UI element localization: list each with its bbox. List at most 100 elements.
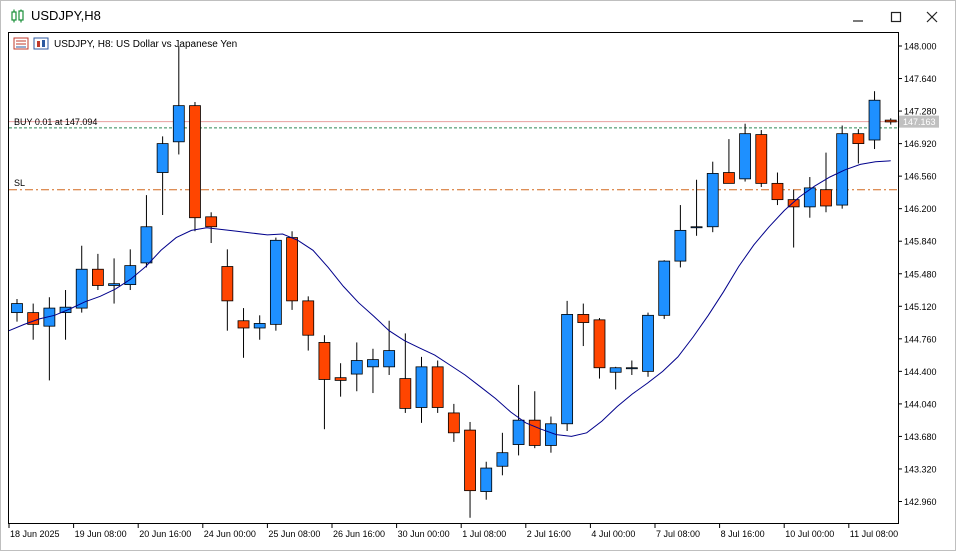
x-tick-label: 4 Jul 00:00: [591, 529, 635, 539]
bull-candle-body: [868, 99, 881, 141]
x-tick-label: 11 Jul 08:00: [850, 529, 898, 539]
candlestick-app-icon: [11, 9, 24, 23]
bull-candle-body: [512, 419, 525, 445]
bull-candle-body: [803, 187, 816, 208]
x-tick-label: 10 Jul 00:00: [785, 529, 834, 539]
y-tick-label: 144.400: [904, 367, 937, 377]
bear-candle-body: [755, 134, 768, 184]
bull-candle-body: [108, 283, 120, 286]
bull-candle-body: [269, 239, 282, 325]
chart-header-text: USDJPY, H8: US Dollar vs Japanese Yen: [54, 39, 237, 50]
bull-candle-body: [642, 314, 654, 372]
x-tick-label: 7 Jul 08:00: [656, 529, 700, 539]
bull-candle-body: [415, 366, 428, 408]
minimize-button[interactable]: [840, 1, 876, 32]
bull-candle-body: [11, 303, 23, 314]
candle[interactable]: [561, 300, 574, 432]
close-icon: [926, 11, 938, 22]
bull-candle-body: [350, 360, 363, 375]
y-tick-label: 145.840: [904, 237, 937, 247]
bear-candle-body: [237, 320, 250, 329]
bear-candle-body: [286, 237, 298, 302]
x-tick-label: 25 Jun 08:00: [268, 529, 320, 539]
bear-candle-body: [189, 105, 201, 219]
bear-candle-body: [447, 412, 460, 434]
x-tick-label: 19 Jun 08:00: [75, 529, 127, 539]
bull-candle-body: [609, 367, 622, 373]
bull-candle-body: [253, 323, 266, 329]
bear-candle-body: [302, 300, 315, 336]
candle[interactable]: [755, 130, 768, 187]
bear-candle-body: [852, 133, 865, 145]
y-tick-label: 144.760: [904, 334, 937, 344]
window-title: USDJPY,H8: [31, 8, 101, 23]
y-tick-label: 147.280: [904, 107, 937, 117]
bull-candle-body: [75, 268, 88, 309]
bull-candle-body: [545, 423, 557, 446]
y-tick-label: 142.960: [904, 497, 937, 507]
bear-candle-body: [820, 189, 832, 207]
x-tick-label: 24 Jun 00:00: [204, 529, 256, 539]
x-tick-label: 1 Jul 08:00: [462, 529, 506, 539]
bull-candle-body: [367, 359, 379, 368]
buy-order-label[interactable]: BUY 0.01 at 147.094: [14, 117, 97, 127]
bull-candle-body: [480, 467, 493, 492]
y-tick-label: 146.200: [904, 204, 937, 214]
y-tick-label: 143.680: [904, 432, 937, 442]
maximize-icon: [890, 11, 902, 22]
bear-candle-body: [771, 182, 784, 201]
x-tick-label: 18 Jun 2025: [10, 529, 60, 539]
bull-candle-body: [690, 226, 703, 229]
y-tick-label: 147.640: [904, 74, 937, 84]
indicators-list-icon[interactable]: [13, 37, 29, 50]
bear-candle-body: [334, 377, 347, 381]
candle[interactable]: [658, 260, 671, 319]
maximize-button[interactable]: [878, 1, 914, 32]
bull-candle-body: [674, 229, 687, 262]
bull-candle-body: [658, 260, 671, 316]
y-tick-label: 143.320: [904, 464, 937, 474]
bear-candle-body: [884, 119, 897, 123]
bear-candle-body: [318, 342, 331, 380]
candle[interactable]: [431, 360, 444, 413]
bull-candle-body: [383, 350, 396, 368]
bear-candle-body: [399, 378, 412, 409]
close-button[interactable]: [914, 1, 950, 32]
bear-candle-body: [723, 172, 735, 184]
minimize-icon: [853, 19, 863, 22]
bear-candle-body: [528, 419, 541, 446]
y-tick-label: 146.560: [904, 172, 937, 182]
current-price-label: 147.163: [903, 117, 936, 127]
chart-window: USDJPY,H8 USDJPY, H8: US Dollar vs Japan…: [0, 0, 956, 551]
x-tick-label: 8 Jul 16:00: [721, 529, 765, 539]
candle[interactable]: [868, 91, 881, 150]
y-tick-label: 148.000: [904, 42, 937, 52]
bull-candle-body: [140, 226, 153, 264]
chart-area[interactable]: USDJPY, H8: US Dollar vs Japanese Yen 14…: [8, 32, 950, 544]
title-bar: USDJPY,H8: [1, 1, 955, 32]
bear-candle-body: [593, 319, 606, 369]
bull-candle-body: [156, 143, 169, 173]
bull-candle-body: [706, 173, 719, 228]
y-tick-label: 145.120: [904, 302, 937, 312]
x-tick-label: 26 Jun 16:00: [333, 529, 385, 539]
stop-loss-label[interactable]: SL: [14, 178, 25, 188]
candle[interactable]: [642, 312, 654, 377]
price-chart[interactable]: USDJPY, H8: US Dollar vs Japanese Yen 14…: [8, 32, 950, 544]
bull-candle-body: [59, 306, 72, 314]
candle[interactable]: [269, 237, 282, 331]
bear-candle-body: [431, 366, 444, 408]
candle[interactable]: [189, 102, 201, 232]
candle[interactable]: [836, 125, 849, 209]
candle[interactable]: [286, 231, 298, 310]
y-tick-label: 146.920: [904, 139, 937, 149]
x-tick-label: 2 Jul 16:00: [527, 529, 571, 539]
x-tick-label: 20 Jun 16:00: [139, 529, 191, 539]
objects-list-icon[interactable]: [33, 37, 49, 50]
y-tick-label: 144.040: [904, 399, 937, 409]
bear-candle-body: [92, 268, 104, 286]
plot-frame: [8, 32, 899, 524]
bear-candle-body: [221, 266, 234, 302]
bear-candle-body: [464, 429, 476, 492]
bear-candle-body: [205, 216, 218, 228]
